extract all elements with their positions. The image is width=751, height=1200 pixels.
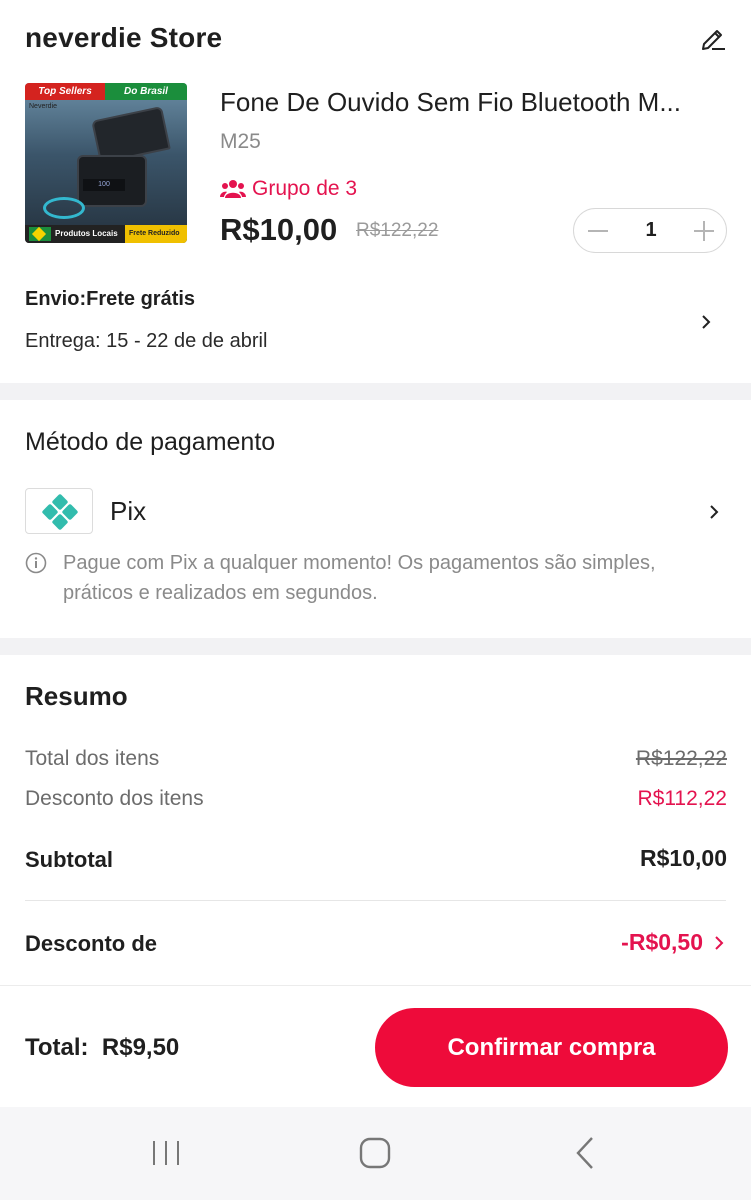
payment-section-title: Método de pagamento [25,428,276,456]
order-item-card: neverdie Store Top Sellers Do Brasil Nev… [0,0,751,383]
total-amount: Total: R$9,50 [25,1034,179,1062]
items-discount-value: R$112,22 [637,787,727,810]
case-display: 100 [83,179,125,191]
edit-icon[interactable] [698,22,728,52]
discount-row[interactable]: -R$0,50 [621,929,727,956]
info-icon [25,552,47,574]
group-icon [220,180,246,198]
quantity-stepper: 1 [573,208,727,253]
decrease-quantity-button[interactable] [584,217,612,245]
light-ring [43,197,85,219]
group-buy-label: Grupo de 3 [220,176,357,202]
original-price: R$122,22 [356,220,439,241]
store-name: neverdie Store [25,22,223,53]
divider [25,900,726,901]
product-title[interactable]: Fone De Ouvido Sem Fio Bluetooth M... [220,87,730,118]
shipping-title: Envio:Frete grátis [25,288,196,310]
total-label: Total: [25,1034,89,1061]
group-label: Grupo de 3 [252,177,358,200]
checkout-bar: Total: R$9,50 Confirmar compra [0,985,751,1107]
discount-label: Desconto de [25,931,158,956]
items-total-label: Total dos itens [25,747,160,770]
top-sellers-badge: Top Sellers [25,83,105,100]
reduced-shipping-label: Frete Reduzido [125,225,187,243]
pix-info-text: Pague com Pix a qualquer momento! Os pag… [63,552,656,604]
discount-value: -R$0,50 [621,929,703,955]
chevron-right-icon [702,315,711,329]
product-variant[interactable]: M25 [220,130,261,154]
home-icon[interactable] [355,1133,395,1173]
pix-icon [25,488,93,534]
system-navigation-bar [0,1107,751,1200]
total-value: R$9,50 [101,1034,180,1061]
chevron-right-icon [715,935,724,950]
items-discount-label: Desconto dos itens [25,787,204,810]
pix-payment-option[interactable]: Pix [0,486,751,538]
quantity-value[interactable]: 1 [634,219,668,242]
recent-apps-icon[interactable] [146,1133,186,1173]
chevron-right-icon [710,505,719,519]
current-price: R$10,00 [220,212,338,247]
subtotal-label: Subtotal [25,847,113,872]
back-icon[interactable] [566,1133,606,1173]
brazil-flag-icon [29,227,51,241]
increase-quantity-button[interactable] [690,217,718,245]
delivery-estimate: Entrega: 15 - 22 de de abril [25,330,268,352]
shipping-row[interactable]: Envio:Frete grátis Entrega: 15 - 22 de d… [0,280,751,370]
product-image[interactable]: Top Sellers Do Brasil Neverdie 100 Produ… [25,83,187,243]
pix-label: Pix [110,496,147,526]
thumbnail-brand: Neverdie [29,103,58,110]
subtotal-value: R$10,00 [640,845,727,871]
items-total-value: R$122,22 [635,747,727,770]
do-brasil-badge: Do Brasil [105,83,187,100]
summary-title: Resumo [25,681,128,711]
order-summary-card: Resumo Total dos itens R$122,22 Desconto… [0,655,751,985]
payment-method-card: Método de pagamento Pix Pague com Pix a … [0,400,751,638]
confirm-purchase-button[interactable]: Confirmar compra [375,1008,728,1087]
